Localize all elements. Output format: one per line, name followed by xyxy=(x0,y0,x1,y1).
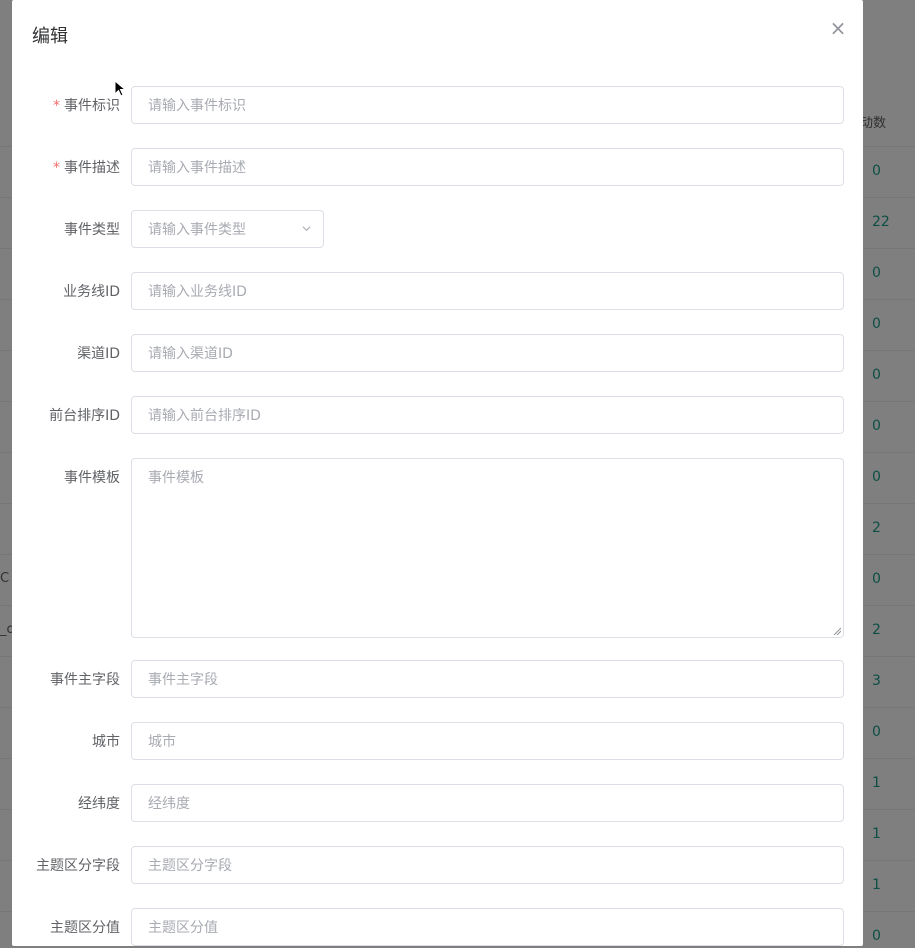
form-label: * 事件描述 xyxy=(53,160,120,176)
placeholder: 事件模板 xyxy=(148,470,204,486)
placeholder: 主题区分字段 xyxy=(148,858,232,874)
required-star: * xyxy=(53,98,60,114)
form-label: * 事件标识 xyxy=(53,98,120,114)
form-label: 前台排序ID xyxy=(49,408,120,424)
placeholder: 城市 xyxy=(148,734,176,750)
placeholder: 请输入事件描述 xyxy=(148,160,246,176)
event-template-textarea[interactable]: 事件模板 xyxy=(131,458,844,638)
required-star: * xyxy=(53,160,60,176)
form-label: 渠道ID xyxy=(77,346,120,362)
sort-id-input[interactable]: 请输入前台排序ID xyxy=(131,396,844,434)
placeholder: 请输入前台排序ID xyxy=(148,408,261,424)
form-label: 经纬度 xyxy=(78,796,120,812)
placeholder: 主题区分值 xyxy=(148,920,218,936)
close-icon[interactable]: × xyxy=(828,18,848,38)
placeholder: 请输入业务线ID xyxy=(148,284,247,300)
form-label: 事件主字段 xyxy=(50,672,120,688)
form-label: 城市 xyxy=(92,734,120,750)
dialog-title: 编辑 xyxy=(32,26,68,47)
form-label: 主题区分字段 xyxy=(36,858,120,874)
edit-dialog: 编辑 × * 事件标识 请输入事件标识 * 事件描述 请输入事件描述 事件类型 请输… xyxy=(12,0,863,946)
city-input[interactable]: 城市 xyxy=(131,722,844,760)
theme-field-input[interactable]: 主题区分字段 xyxy=(131,846,844,884)
form-label: 事件模板 xyxy=(64,470,120,486)
event-id-input[interactable]: 请输入事件标识 xyxy=(131,86,844,124)
event-desc-input[interactable]: 请输入事件描述 xyxy=(131,148,844,186)
placeholder: 请输入事件类型 xyxy=(148,222,246,238)
form-label: 业务线ID xyxy=(63,284,120,300)
lat-lng-input[interactable]: 经纬度 xyxy=(131,784,844,822)
placeholder: 事件主字段 xyxy=(148,672,218,688)
resize-grip-icon[interactable] xyxy=(833,627,841,635)
placeholder: 经纬度 xyxy=(148,796,190,812)
placeholder: 请输入事件标识 xyxy=(148,98,246,114)
channel-id-input[interactable]: 请输入渠道ID xyxy=(131,334,844,372)
chevron-down-icon xyxy=(302,226,311,232)
placeholder: 请输入渠道ID xyxy=(148,346,233,362)
business-line-id-input[interactable]: 请输入业务线ID xyxy=(131,272,844,310)
theme-value-input[interactable]: 主题区分值 xyxy=(131,908,844,946)
event-type-select[interactable]: 请输入事件类型 xyxy=(131,210,324,248)
form-label: 主题区分值 xyxy=(50,920,120,936)
mouse-cursor-icon xyxy=(114,80,126,97)
main-field-input[interactable]: 事件主字段 xyxy=(131,660,844,698)
form-label: 事件类型 xyxy=(64,222,120,238)
